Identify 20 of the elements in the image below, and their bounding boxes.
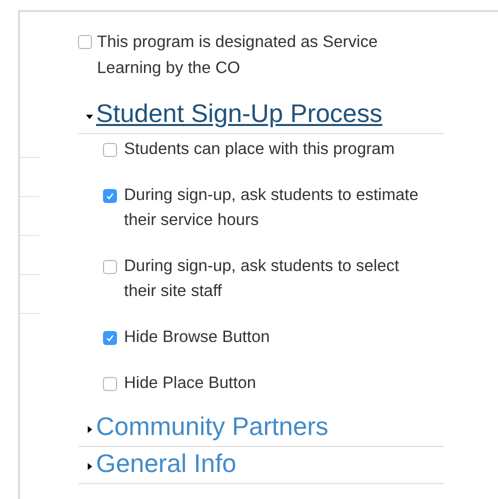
checkbox-label: Hide Place Button	[124, 373, 256, 394]
checkbox[interactable]	[103, 260, 117, 274]
checkbox-label: During sign-up, ask students to estimate their service hours	[124, 185, 420, 231]
checkbox[interactable]	[78, 35, 92, 49]
section-link[interactable]: Community Partners	[96, 410, 328, 444]
check-icon	[105, 333, 115, 343]
checkbox[interactable]	[103, 143, 117, 157]
checkbox[interactable]	[103, 377, 117, 391]
checkbox-label: This program is designated as Service Learning by the CO	[97, 32, 379, 79]
section-link[interactable]: General Info	[96, 447, 236, 481]
caret-down-icon[interactable]	[86, 112, 93, 120]
caret-right-icon[interactable]	[86, 462, 93, 470]
checkbox-label: During sign-up, ask students to select their site staff	[124, 256, 400, 302]
caret-right-icon[interactable]	[86, 426, 93, 432]
check-icon	[105, 191, 115, 201]
section-link[interactable]: Student Sign-Up Process	[96, 97, 382, 131]
checkbox[interactable]	[103, 189, 117, 203]
checkbox-label: Students can place with this program	[124, 139, 395, 160]
checkbox[interactable]	[103, 331, 117, 345]
checkbox-label: Hide Browse Button	[124, 327, 270, 348]
